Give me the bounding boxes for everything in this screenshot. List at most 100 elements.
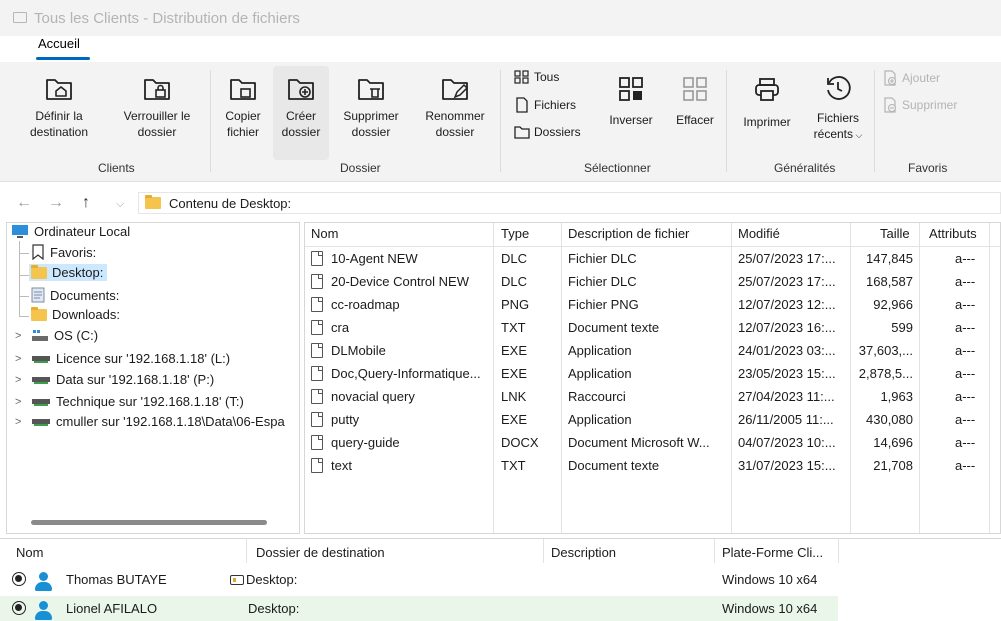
recent-files-button[interactable]: Fichiers récents ⌵	[810, 74, 866, 143]
tree-connector	[19, 296, 29, 297]
tree-item-label: Technique sur '192.168.1.18' (T:)	[56, 394, 244, 409]
tree-item-cmuller[interactable]: cmuller sur '192.168.1.18\Data\06-Espa	[31, 414, 285, 429]
create-folder-label-1: Créer	[285, 109, 316, 123]
file-description: Fichier DLC	[568, 274, 637, 289]
column-header-client-description[interactable]: Description	[551, 545, 616, 560]
clear-label: Effacer	[676, 113, 714, 127]
expand-chevron-icon[interactable]: >	[15, 374, 21, 386]
add-favorite-button[interactable]: Ajouter	[882, 70, 940, 86]
radio-selected-icon[interactable]	[12, 572, 26, 586]
rename-folder-button[interactable]: Renommer dossier	[420, 72, 490, 140]
file-type: EXE	[501, 412, 528, 427]
back-arrow-icon[interactable]: ←	[16, 194, 32, 212]
file-type: PNG	[501, 297, 530, 312]
column-header-destination[interactable]: Dossier de destination	[256, 545, 385, 560]
folder-icon	[31, 264, 47, 279]
folder-delete-icon	[358, 79, 384, 100]
column-header-attributes[interactable]: Attributs	[929, 226, 977, 241]
file-name: query-guide	[331, 435, 400, 450]
file-size: 21,708	[873, 458, 913, 473]
expand-chevron-icon[interactable]: >	[15, 396, 21, 408]
copy-file-button[interactable]: Copier fichier	[218, 72, 268, 140]
tree-item-licence[interactable]: Licence sur '192.168.1.18' (L:)	[31, 351, 230, 366]
computer-icon	[12, 225, 28, 238]
tree-root[interactable]: Ordinateur Local	[11, 224, 130, 239]
file-attributes: a---	[955, 251, 976, 266]
column-header-name[interactable]: Nom	[311, 226, 338, 241]
print-button[interactable]: Imprimer	[736, 76, 798, 130]
tree-item-os-c[interactable]: OS (C:)	[31, 328, 98, 343]
expand-chevron-icon[interactable]: >	[15, 353, 21, 365]
file-type: DLC	[501, 251, 528, 266]
tree-item-documents[interactable]: Documents:	[31, 287, 119, 303]
chevron-down-icon[interactable]: ⌵	[116, 198, 124, 211]
select-all-button[interactable]: Tous	[514, 70, 559, 84]
column-header-size[interactable]: Taille	[880, 226, 910, 241]
tab-accueil[interactable]: Accueil	[38, 36, 80, 51]
network-drive-icon	[32, 355, 50, 363]
file-row[interactable]: 20-Device Control NEW DLC Fichier DLC 25/07…	[305, 271, 1000, 293]
tree-item-favoris[interactable]: Favoris:	[31, 244, 96, 260]
file-list: Nom ^ Type Description de fichier Modifi…	[304, 222, 1001, 534]
print-label: Imprimer	[743, 115, 791, 129]
file-row[interactable]: cc-roadmap PNG Fichier PNG 12/07/2023 12:..…	[305, 294, 1000, 316]
file-row[interactable]: DLMobile EXE Application 24/01/2023 03:... 3…	[305, 340, 1000, 362]
tree-item-technique[interactable]: Technique sur '192.168.1.18' (T:)	[31, 394, 244, 409]
column-header-client-name[interactable]: Nom	[16, 545, 43, 560]
tree-item-data[interactable]: Data sur '192.168.1.18' (P:)	[31, 372, 214, 387]
file-row[interactable]: cra TXT Document texte 12/07/2023 16:... 599…	[305, 317, 1000, 339]
up-arrow-icon[interactable]: ↑	[82, 194, 90, 212]
client-row-selected[interactable]: Lionel AFILALO Desktop: Windows 10 x64	[0, 596, 838, 621]
horizontal-scrollbar[interactable]	[31, 520, 267, 525]
file-type: TXT	[501, 320, 526, 335]
expand-chevron-icon[interactable]: >	[15, 416, 21, 428]
file-row[interactable]: novacial query LNK Raccourci 27/04/2023 11:…	[305, 386, 1000, 408]
file-row[interactable]: Doc,Query-Informatique... EXE Application 2…	[305, 363, 1000, 385]
column-header-platform[interactable]: Plate-Forme Cli...	[722, 545, 823, 560]
file-attributes: a---	[955, 435, 976, 450]
set-destination-button[interactable]: Définir la destination	[24, 72, 94, 140]
file-row[interactable]: text TXT Document texte 31/07/2023 15:... 21…	[305, 455, 1000, 477]
file-modified: 27/04/2023 11:...	[738, 389, 835, 404]
file-row[interactable]: 10-Agent NEW DLC Fichier DLC 25/07/2023 17:…	[305, 248, 1000, 270]
grid-icon	[514, 70, 529, 84]
file-description: Raccourci	[568, 389, 626, 404]
tree-item-label: cmuller sur '192.168.1.18\Data\06-Espa	[56, 414, 285, 429]
tree-item-desktop[interactable]: Desktop:	[29, 264, 108, 281]
folder-add-icon	[288, 79, 314, 100]
file-name: cra	[331, 320, 350, 335]
file-row[interactable]: query-guide DOCX Document Microsoft W... 04…	[305, 432, 1000, 454]
column-header-description[interactable]: Description de fichier	[568, 226, 689, 241]
column-header-modified[interactable]: Modifié	[738, 226, 780, 241]
chevron-down-icon: ⌵	[853, 130, 863, 140]
network-drive-icon	[32, 376, 50, 384]
file-size: 168,587	[866, 274, 913, 289]
file-modified: 25/07/2023 17:...	[738, 251, 836, 266]
add-bookmark-icon	[884, 70, 897, 86]
invert-selection-button[interactable]: Inverser	[604, 76, 658, 128]
file-name: cc-roadmap	[331, 297, 400, 312]
file-size: 430,080	[866, 412, 913, 427]
file-type: EXE	[501, 343, 528, 358]
remove-favorite-button[interactable]: Supprimer	[882, 97, 957, 113]
tab-active-indicator	[36, 57, 90, 60]
expand-chevron-icon[interactable]: >	[15, 330, 21, 342]
column-header-type[interactable]: Type	[501, 226, 529, 241]
remove-bookmark-icon	[884, 97, 897, 113]
radio-selected-icon[interactable]	[12, 601, 26, 615]
create-folder-button[interactable]: Créer dossier	[273, 66, 329, 160]
client-row[interactable]: Thomas BUTAYE Desktop: Windows 10 x64	[0, 567, 838, 593]
file-row[interactable]: putty EXE Application 26/11/2005 11:... 430,…	[305, 409, 1000, 431]
select-folders-button[interactable]: Dossiers	[514, 125, 581, 139]
address-field[interactable]: Contenu de Desktop:	[138, 192, 1001, 214]
tree-item-downloads[interactable]: Downloads:	[31, 306, 120, 322]
clear-selection-button[interactable]: Effacer	[672, 76, 718, 128]
delete-folder-button[interactable]: Supprimer dossier	[336, 72, 406, 140]
lock-folder-button[interactable]: Verrouiller le dossier	[112, 72, 202, 140]
file-icon	[311, 320, 323, 335]
empty-grid-icon	[683, 77, 707, 101]
forward-arrow-icon[interactable]: →	[48, 194, 64, 212]
file-attributes: a---	[955, 366, 976, 381]
select-files-button[interactable]: Fichiers	[514, 97, 576, 113]
recent-files-label-2: récents	[813, 127, 854, 141]
